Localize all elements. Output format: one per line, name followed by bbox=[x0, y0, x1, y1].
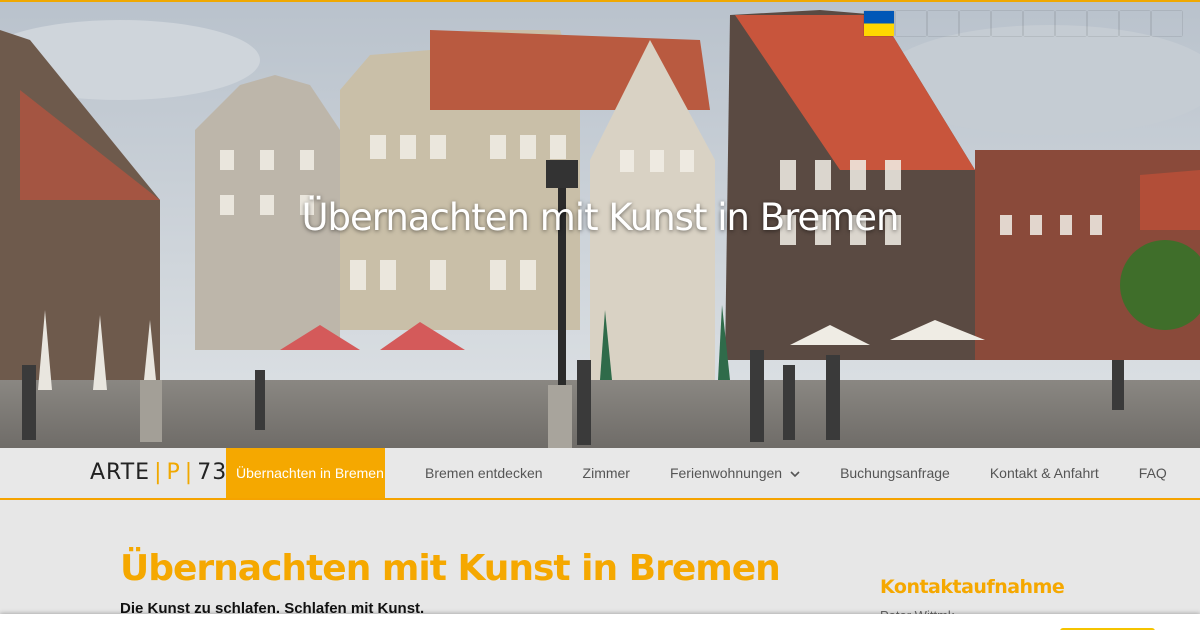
language-switcher bbox=[864, 11, 1182, 36]
nav-item-faq[interactable]: FAQ bbox=[1129, 448, 1177, 498]
nav-item-ferienwohnungen-label: Ferienwohnungen bbox=[669, 465, 783, 481]
flag-russia-icon[interactable] bbox=[864, 11, 1118, 36]
logo-part-arte: ARTE bbox=[90, 460, 151, 485]
page-title: Übernachten mit Kunst in Bremen bbox=[120, 548, 781, 589]
flag-italy-icon[interactable] bbox=[864, 11, 1054, 36]
hero-banner: Übernachten mit Kunst in Bremen bbox=[0, 0, 1200, 448]
top-accent-bar bbox=[0, 0, 1200, 2]
nav-item-uebernachten-in-bremen[interactable]: Übernachten in Bremen bbox=[226, 448, 385, 498]
main-content: Übernachten mit Kunst in Bremen Die Kuns… bbox=[0, 500, 1200, 630]
nav-menu: Übernachten in Bremen Bremen entdecken Z… bbox=[226, 448, 1177, 498]
sidebar-contact-title: Kontaktaufnahme bbox=[880, 576, 1065, 598]
chevron-down-icon bbox=[790, 448, 800, 498]
flag-france-icon[interactable] bbox=[864, 11, 990, 36]
nav-item-ferienwohnungen[interactable]: Ferienwohnungen bbox=[660, 448, 810, 498]
nav-item-bremen-entdecken[interactable]: Bremen entdecken bbox=[415, 448, 553, 498]
logo-part-73: 73 bbox=[197, 460, 228, 485]
flag-germany-icon[interactable] bbox=[864, 11, 1022, 36]
logo-separator: | bbox=[154, 460, 163, 485]
logo-part-p: P bbox=[166, 460, 181, 485]
site-logo[interactable]: ARTE | P | 73 bbox=[90, 460, 227, 485]
nav-item-zimmer[interactable]: Zimmer bbox=[573, 448, 640, 498]
flag-poland-icon[interactable] bbox=[864, 11, 1086, 36]
cookie-banner bbox=[0, 614, 1200, 630]
nav-item-buchungsanfrage[interactable]: Buchungsanfrage bbox=[830, 448, 960, 498]
logo-separator: | bbox=[184, 460, 194, 485]
hero-title: Übernachten mit Kunst in Bremen bbox=[301, 196, 899, 239]
main-navbar: ARTE | P | 73 Übernachten in Bremen Bremen e… bbox=[0, 448, 1200, 500]
flag-ukraine-icon[interactable] bbox=[864, 11, 1182, 36]
nav-item-kontakt-anfahrt[interactable]: Kontakt & Anfahrt bbox=[980, 448, 1109, 498]
flag-spain-icon[interactable] bbox=[864, 11, 1150, 36]
flag-uk-icon[interactable] bbox=[864, 11, 958, 36]
flag-netherlands-icon[interactable] bbox=[864, 11, 926, 36]
